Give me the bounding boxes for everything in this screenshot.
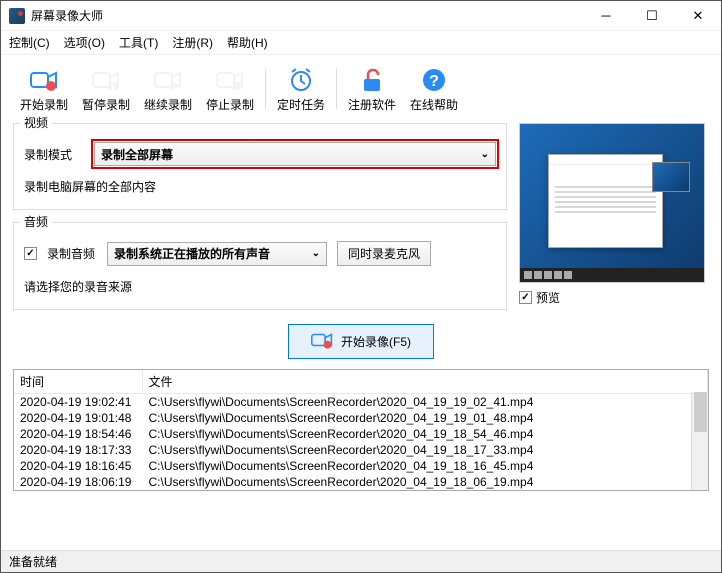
record-mode-dropdown[interactable]: 录制全部屏幕 ⌄ xyxy=(94,142,496,166)
audio-group-title: 音频 xyxy=(20,213,52,230)
video-group: 视频 录制模式 录制全部屏幕 ⌄ 录制电脑屏幕的全部内容 xyxy=(13,123,507,210)
cell-file: C:\Users\flywi\Documents\ScreenRecorder\… xyxy=(142,458,708,474)
register-software-button[interactable]: 注册软件 xyxy=(341,61,403,117)
table-row[interactable]: 2020-04-19 18:16:45C:\Users\flywi\Docume… xyxy=(14,458,708,474)
cell-file: C:\Users\flywi\Documents\ScreenRecorder\… xyxy=(142,426,708,442)
toolbar: 开始录制 暂停录制 继续录制 停止录制 定时任务 注册软件 ? 在 xyxy=(1,55,721,119)
recordings-table: 时间 文件 2020-04-19 19:02:41C:\Users\flywi\… xyxy=(13,369,709,491)
audio-group: 音频 录制音频 录制系统正在播放的所有声音 ⌄ 同时录麦克风 请选择您的录音来源 xyxy=(13,222,507,310)
cell-time: 2020-04-19 18:54:46 xyxy=(14,426,142,442)
unlock-icon xyxy=(358,66,386,94)
cell-time: 2020-04-19 19:01:48 xyxy=(14,410,142,426)
audio-source-dropdown[interactable]: 录制系统正在播放的所有声音 ⌄ xyxy=(107,242,327,266)
table-scrollbar[interactable] xyxy=(691,392,708,490)
cell-file: C:\Users\flywi\Documents\ScreenRecorder\… xyxy=(142,394,708,411)
record-audio-checkbox[interactable] xyxy=(24,247,37,260)
video-desc: 录制电脑屏幕的全部内容 xyxy=(24,178,496,195)
cell-file: C:\Users\flywi\Documents\ScreenRecorder\… xyxy=(142,490,708,491)
status-text: 准备就绪 xyxy=(9,553,57,570)
table-row[interactable]: 2020-04-19 18:17:33C:\Users\flywi\Docume… xyxy=(14,442,708,458)
stop-record-button[interactable]: 停止录制 xyxy=(199,61,261,117)
titlebar: 屏幕录像大师 ─ ☐ ✕ xyxy=(1,1,721,31)
audio-desc: 请选择您的录音来源 xyxy=(24,278,496,295)
preview-checkbox[interactable] xyxy=(519,291,532,304)
also-record-mic-button[interactable]: 同时录麦克风 xyxy=(337,241,431,266)
camera-pause-icon xyxy=(92,66,120,94)
preview-pane xyxy=(519,123,705,283)
svg-text:?: ? xyxy=(429,73,439,90)
col-time[interactable]: 时间 xyxy=(14,370,142,394)
menu-help[interactable]: 帮助(H) xyxy=(227,34,268,51)
video-group-title: 视频 xyxy=(20,114,52,131)
cell-time: 2020-04-19 19:02:41 xyxy=(14,394,142,411)
record-mode-value: 录制全部屏幕 xyxy=(101,146,173,163)
pause-record-label: 暂停录制 xyxy=(82,96,130,113)
resume-record-button[interactable]: 继续录制 xyxy=(137,61,199,117)
start-recording-button[interactable]: 开始录像(F5) xyxy=(288,324,434,359)
start-recording-label: 开始录像(F5) xyxy=(341,333,411,350)
col-file[interactable]: 文件 xyxy=(142,370,708,394)
table-row[interactable]: 2020-04-19 18:54:46C:\Users\flywi\Docume… xyxy=(14,426,708,442)
start-record-label: 开始录制 xyxy=(20,96,68,113)
record-audio-label: 录制音频 xyxy=(47,245,97,262)
camera-play-icon xyxy=(154,66,182,94)
menu-control[interactable]: 控制(C) xyxy=(9,34,50,51)
cell-file: C:\Users\flywi\Documents\ScreenRecorder\… xyxy=(142,442,708,458)
chevron-down-icon: ⌄ xyxy=(481,149,489,160)
cell-time: 2020-04-19 18:17:33 xyxy=(14,442,142,458)
app-icon xyxy=(9,8,25,24)
cell-time: 2020-04-19 18:06:19 xyxy=(14,474,142,490)
audio-source-value: 录制系统正在播放的所有声音 xyxy=(114,245,270,262)
cell-file: C:\Users\flywi\Documents\ScreenRecorder\… xyxy=(142,410,708,426)
close-button[interactable]: ✕ xyxy=(675,1,721,31)
pause-record-button[interactable]: 暂停录制 xyxy=(75,61,137,117)
maximize-button[interactable]: ☐ xyxy=(629,1,675,31)
menu-register[interactable]: 注册(R) xyxy=(172,34,213,51)
online-help-label: 在线帮助 xyxy=(410,96,458,113)
minimize-button[interactable]: ─ xyxy=(583,1,629,31)
toolbar-separator xyxy=(265,69,266,109)
camera-stop-icon xyxy=(216,66,244,94)
resume-record-label: 继续录制 xyxy=(144,96,192,113)
preview-label: 预览 xyxy=(536,289,560,306)
table-row[interactable]: 2020-04-19 19:02:41C:\Users\flywi\Docume… xyxy=(14,394,708,411)
menu-options[interactable]: 选项(O) xyxy=(64,34,105,51)
statusbar: 准备就绪 xyxy=(1,550,721,572)
stop-record-label: 停止录制 xyxy=(206,96,254,113)
window-title: 屏幕录像大师 xyxy=(31,7,583,24)
table-row[interactable]: 2020-04-19 18:04:24C:\Users\flywi\Docume… xyxy=(14,490,708,491)
menu-tools[interactable]: 工具(T) xyxy=(119,34,158,51)
cell-time: 2020-04-19 18:04:24 xyxy=(14,490,142,491)
camera-record-icon xyxy=(30,66,58,94)
start-record-button[interactable]: 开始录制 xyxy=(13,61,75,117)
record-mode-label: 录制模式 xyxy=(24,146,84,163)
timer-task-label: 定时任务 xyxy=(277,96,325,113)
cell-file: C:\Users\flywi\Documents\ScreenRecorder\… xyxy=(142,474,708,490)
chevron-down-icon: ⌄ xyxy=(312,248,320,259)
table-row[interactable]: 2020-04-19 18:06:19C:\Users\flywi\Docume… xyxy=(14,474,708,490)
timer-task-button[interactable]: 定时任务 xyxy=(270,61,332,117)
toolbar-separator xyxy=(336,69,337,109)
help-icon: ? xyxy=(420,66,448,94)
online-help-button[interactable]: ? 在线帮助 xyxy=(403,61,465,117)
register-software-label: 注册软件 xyxy=(348,96,396,113)
cell-time: 2020-04-19 18:16:45 xyxy=(14,458,142,474)
alarm-clock-icon xyxy=(287,66,315,94)
menubar: 控制(C) 选项(O) 工具(T) 注册(R) 帮助(H) xyxy=(1,31,721,55)
table-row[interactable]: 2020-04-19 19:01:48C:\Users\flywi\Docume… xyxy=(14,410,708,426)
camera-record-icon xyxy=(311,331,333,352)
